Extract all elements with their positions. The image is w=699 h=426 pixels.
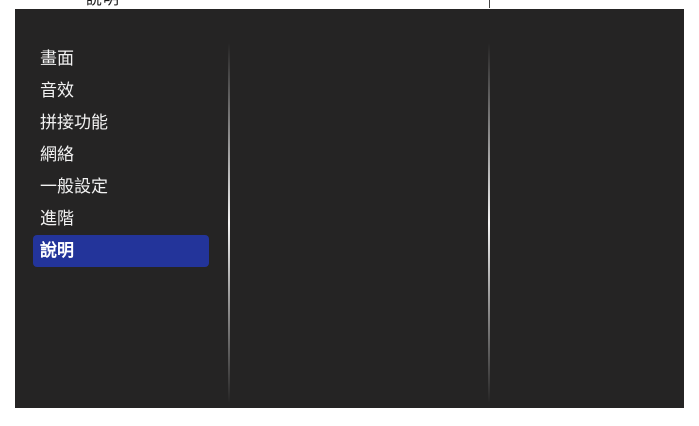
column-divider-right <box>488 43 490 403</box>
screen: 說明 畫面 音效 拼接功能 網絡 一般設定 進階 說明 <box>0 0 699 426</box>
menu-item-general-settings[interactable]: 一般設定 <box>33 171 209 203</box>
menu-item-network[interactable]: 網絡 <box>33 139 209 171</box>
osd-menu-panel: 畫面 音效 拼接功能 網絡 一般設定 進階 說明 <box>15 9 684 408</box>
detail-column <box>491 9 684 408</box>
menu-item-help[interactable]: 說明 <box>33 235 209 267</box>
main-menu-list: 畫面 音效 拼接功能 網絡 一般設定 進階 說明 <box>33 43 209 267</box>
top-tick-mark <box>489 0 490 8</box>
cropped-top-text: 說明 <box>86 0 120 7</box>
menu-item-sound[interactable]: 音效 <box>33 75 209 107</box>
menu-item-picture[interactable]: 畫面 <box>33 43 209 75</box>
submenu-column <box>231 9 487 408</box>
menu-item-advanced[interactable]: 進階 <box>33 203 209 235</box>
column-divider-left <box>228 43 230 403</box>
menu-item-tiling[interactable]: 拼接功能 <box>33 107 209 139</box>
